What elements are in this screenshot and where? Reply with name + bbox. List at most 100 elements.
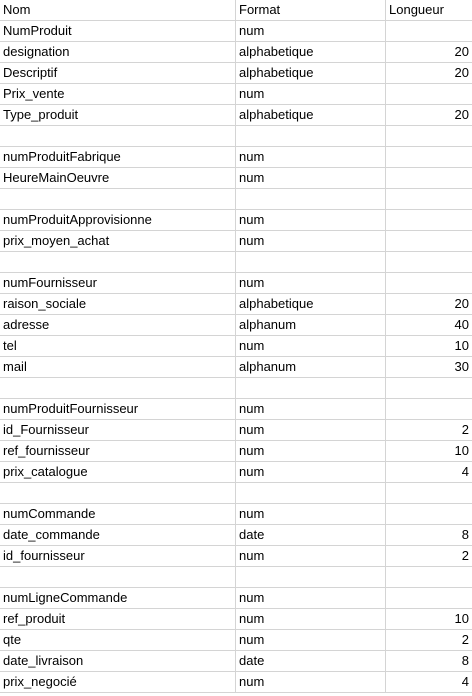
cell-longueur[interactable]: 2 bbox=[386, 420, 472, 440]
cell-format[interactable]: num bbox=[236, 630, 386, 650]
cell-nom[interactable]: ref_produit bbox=[0, 609, 236, 629]
cell-nom[interactable] bbox=[0, 483, 236, 503]
cell-format[interactable] bbox=[236, 483, 386, 503]
cell-nom[interactable]: id_fournisseur bbox=[0, 546, 236, 566]
cell-nom[interactable]: Type_produit bbox=[0, 105, 236, 125]
cell-longueur[interactable] bbox=[386, 378, 472, 398]
cell-longueur[interactable] bbox=[386, 273, 472, 293]
cell-nom[interactable] bbox=[0, 189, 236, 209]
cell-longueur[interactable]: 2 bbox=[386, 546, 472, 566]
cell-longueur[interactable]: 2 bbox=[386, 630, 472, 650]
cell-longueur[interactable]: 8 bbox=[386, 525, 472, 545]
cell-nom[interactable]: numProduitFournisseur bbox=[0, 399, 236, 419]
cell-longueur[interactable]: 20 bbox=[386, 42, 472, 62]
cell-nom[interactable]: raison_sociale bbox=[0, 294, 236, 314]
cell-longueur[interactable] bbox=[386, 168, 472, 188]
cell-longueur[interactable] bbox=[386, 483, 472, 503]
cell-nom[interactable]: HeureMainOeuvre bbox=[0, 168, 236, 188]
cell-format[interactable]: num bbox=[236, 21, 386, 41]
cell-longueur[interactable] bbox=[386, 189, 472, 209]
cell-format[interactable]: num bbox=[236, 420, 386, 440]
cell-longueur[interactable]: 10 bbox=[386, 609, 472, 629]
cell-longueur[interactable] bbox=[386, 252, 472, 272]
cell-nom[interactable]: tel bbox=[0, 336, 236, 356]
cell-nom[interactable]: numCommande bbox=[0, 504, 236, 524]
cell-longueur[interactable] bbox=[386, 504, 472, 524]
cell-longueur[interactable]: 8 bbox=[386, 651, 472, 671]
cell-format[interactable]: num bbox=[236, 609, 386, 629]
cell-nom[interactable]: prix_negocié bbox=[0, 672, 236, 692]
cell-longueur[interactable] bbox=[386, 567, 472, 587]
cell-format[interactable]: alphabetique bbox=[236, 42, 386, 62]
cell-format[interactable]: num bbox=[236, 462, 386, 482]
cell-nom[interactable]: designation bbox=[0, 42, 236, 62]
header-cell-longueur[interactable]: Longueur bbox=[386, 0, 472, 20]
cell-format[interactable] bbox=[236, 378, 386, 398]
cell-format[interactable]: num bbox=[236, 504, 386, 524]
cell-format[interactable]: alphabetique bbox=[236, 63, 386, 83]
cell-nom[interactable]: adresse bbox=[0, 315, 236, 335]
cell-longueur[interactable]: 20 bbox=[386, 105, 472, 125]
cell-longueur[interactable]: 30 bbox=[386, 357, 472, 377]
cell-longueur[interactable] bbox=[386, 84, 472, 104]
cell-nom[interactable]: Descriptif bbox=[0, 63, 236, 83]
cell-longueur[interactable] bbox=[386, 588, 472, 608]
cell-nom[interactable]: date_commande bbox=[0, 525, 236, 545]
cell-nom[interactable] bbox=[0, 567, 236, 587]
cell-nom[interactable]: numProduitApprovisionne bbox=[0, 210, 236, 230]
cell-longueur[interactable]: 4 bbox=[386, 672, 472, 692]
cell-longueur[interactable]: 20 bbox=[386, 294, 472, 314]
cell-nom[interactable] bbox=[0, 252, 236, 272]
cell-nom[interactable]: id_Fournisseur bbox=[0, 420, 236, 440]
cell-format[interactable]: num bbox=[236, 84, 386, 104]
cell-format[interactable]: num bbox=[236, 147, 386, 167]
cell-format[interactable] bbox=[236, 252, 386, 272]
cell-longueur[interactable] bbox=[386, 147, 472, 167]
cell-nom[interactable]: Prix_vente bbox=[0, 84, 236, 104]
cell-longueur[interactable]: 10 bbox=[386, 441, 472, 461]
cell-format[interactable]: alphanum bbox=[236, 315, 386, 335]
cell-longueur[interactable]: 10 bbox=[386, 336, 472, 356]
cell-format[interactable] bbox=[236, 189, 386, 209]
cell-format[interactable]: num bbox=[236, 399, 386, 419]
cell-longueur[interactable]: 20 bbox=[386, 63, 472, 83]
cell-format[interactable] bbox=[236, 567, 386, 587]
cell-nom[interactable] bbox=[0, 126, 236, 146]
cell-format[interactable]: num bbox=[236, 231, 386, 251]
cell-nom[interactable]: qte bbox=[0, 630, 236, 650]
cell-nom[interactable]: numFournisseur bbox=[0, 273, 236, 293]
cell-nom[interactable]: numProduitFabrique bbox=[0, 147, 236, 167]
table-row: Descriptif alphabetique 20 bbox=[0, 63, 472, 84]
header-cell-format[interactable]: Format bbox=[236, 0, 386, 20]
cell-longueur[interactable]: 4 bbox=[386, 462, 472, 482]
cell-nom[interactable]: ref_fournisseur bbox=[0, 441, 236, 461]
cell-longueur[interactable] bbox=[386, 399, 472, 419]
cell-format[interactable]: num bbox=[236, 273, 386, 293]
cell-longueur[interactable] bbox=[386, 126, 472, 146]
cell-longueur[interactable] bbox=[386, 210, 472, 230]
cell-format[interactable]: alphanum bbox=[236, 357, 386, 377]
cell-format[interactable]: num bbox=[236, 336, 386, 356]
cell-longueur[interactable]: 40 bbox=[386, 315, 472, 335]
cell-nom[interactable]: mail bbox=[0, 357, 236, 377]
cell-longueur[interactable] bbox=[386, 21, 472, 41]
cell-format[interactable]: date bbox=[236, 651, 386, 671]
cell-nom[interactable]: prix_catalogue bbox=[0, 462, 236, 482]
cell-nom[interactable]: date_livraison bbox=[0, 651, 236, 671]
cell-nom[interactable]: prix_moyen_achat bbox=[0, 231, 236, 251]
cell-format[interactable]: num bbox=[236, 441, 386, 461]
cell-longueur[interactable] bbox=[386, 231, 472, 251]
cell-format[interactable]: num bbox=[236, 168, 386, 188]
cell-format[interactable]: date bbox=[236, 525, 386, 545]
header-cell-nom[interactable]: Nom bbox=[0, 0, 236, 20]
cell-format[interactable]: num bbox=[236, 546, 386, 566]
cell-format[interactable]: num bbox=[236, 588, 386, 608]
cell-format[interactable]: alphabetique bbox=[236, 294, 386, 314]
cell-format[interactable]: num bbox=[236, 210, 386, 230]
cell-nom[interactable] bbox=[0, 378, 236, 398]
cell-nom[interactable]: numLigneCommande bbox=[0, 588, 236, 608]
cell-nom[interactable]: NumProduit bbox=[0, 21, 236, 41]
cell-format[interactable]: num bbox=[236, 672, 386, 692]
cell-format[interactable] bbox=[236, 126, 386, 146]
cell-format[interactable]: alphabetique bbox=[236, 105, 386, 125]
